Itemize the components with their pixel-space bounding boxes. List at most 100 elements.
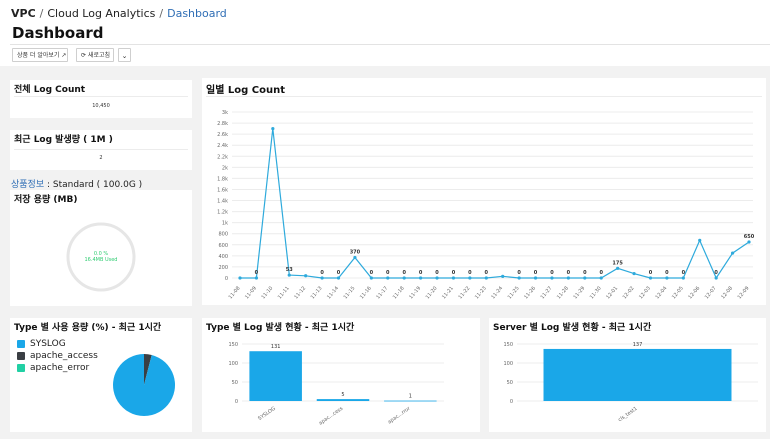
y-tick-label: 50	[507, 380, 513, 386]
y-tick-label: 2k	[222, 165, 228, 171]
data-point	[698, 238, 702, 242]
data-label: 0	[485, 270, 489, 276]
y-tick-label: 50	[232, 380, 238, 386]
divider	[10, 44, 770, 45]
x-tick-label: 12-07	[704, 285, 718, 300]
data-label: 0	[665, 270, 669, 276]
bar	[543, 348, 732, 401]
type-count-panel: Type 별 Log 발생 현황 - 최근 1시간 0 50 100 150 131 SY…	[202, 318, 480, 432]
data-label: 5	[341, 392, 344, 398]
external-link-icon: ↗	[61, 52, 67, 59]
total-log-title: 전체 Log Count	[14, 85, 86, 95]
breadcrumb-separator: /	[39, 7, 44, 20]
data-point	[616, 266, 620, 270]
data-point	[648, 276, 653, 280]
bar	[316, 399, 370, 401]
x-tick-label: 12-04	[654, 285, 668, 300]
daily-log-panel: 일별 Log Count 0 200 400 600 800 1k 1.2k 1.4k 1.6k…	[202, 78, 766, 305]
data-label: 0	[583, 270, 587, 276]
breadcrumb-section[interactable]: Cloud Log Analytics	[47, 7, 155, 20]
data-label: 0	[370, 270, 374, 276]
y-tick-label: 0	[225, 276, 228, 282]
x-tick-label: cls_test1	[617, 406, 638, 424]
x-tick-label: 11-12	[293, 285, 307, 300]
type-usage-pie-chart	[113, 354, 176, 416]
x-tick-label: apac...cess	[318, 405, 345, 426]
data-label: 0	[534, 270, 538, 276]
data-label: 0	[517, 270, 521, 276]
data-label: 0	[435, 270, 439, 276]
x-tick-label: 11-08	[228, 285, 242, 300]
y-tick-label: 200	[218, 265, 228, 271]
refresh-button[interactable]: ⟳ 새로고침	[76, 48, 114, 62]
y-tick-label: 2.2k	[217, 154, 228, 160]
y-tick-label: 0	[510, 399, 513, 405]
product-info-link[interactable]: 상품정보	[11, 180, 44, 190]
x-tick-label: 12-08	[720, 285, 734, 300]
data-label: 1	[409, 394, 412, 400]
y-tick-label: 2.6k	[217, 132, 228, 138]
y-tick-label: 1.6k	[217, 187, 228, 193]
data-point	[386, 276, 390, 280]
x-tick-label: 11-18	[392, 285, 406, 300]
breadcrumb-separator: /	[159, 7, 164, 20]
data-point	[353, 255, 357, 260]
data-label: 0	[550, 270, 554, 276]
x-tick-label: 12-02	[622, 285, 636, 300]
breadcrumb-current[interactable]: Dashboard	[167, 7, 227, 20]
type-count-bar-chart: 0 50 100 150 131 SYSLOG 5 apac...cess 1 apac...rr…	[228, 342, 444, 427]
x-tick-label: 12-06	[687, 285, 701, 300]
product-more-button[interactable]: 상품 더 알아보기 ↗	[12, 48, 68, 62]
y-tick-label: 3k	[222, 110, 228, 116]
x-tick-label: 11-25	[507, 285, 521, 300]
product-info: 상품정보 : Standard ( 100.0G )	[11, 177, 142, 190]
refresh-label: 새로고침	[87, 52, 111, 59]
data-point	[336, 276, 341, 280]
data-label: 0	[402, 270, 406, 276]
chevron-down-icon: ⌄	[121, 52, 128, 60]
data-point	[747, 240, 751, 244]
data-label: 0	[320, 270, 324, 276]
y-tick-label: 2.4k	[217, 143, 228, 149]
y-tick-label: 800	[218, 232, 228, 238]
x-tick-label: 11-16	[359, 285, 373, 300]
y-tick-label: 1.4k	[217, 199, 228, 205]
data-point	[632, 271, 636, 276]
breadcrumb: VPC / Cloud Log Analytics / Dashboard	[11, 7, 227, 20]
options-dropdown-button[interactable]: ⌄	[118, 48, 131, 62]
data-point	[402, 276, 406, 280]
data-point	[419, 276, 423, 280]
data-point	[730, 251, 735, 255]
data-point	[254, 276, 259, 280]
server-count-bar-chart: 0 50 100 150 137 cls_test1	[503, 342, 758, 424]
x-tick-label: 11-15	[343, 285, 357, 300]
storage-gauge: 0.0 % 16.4MB Used	[66, 222, 136, 292]
y-tick-label: 1k	[222, 221, 228, 227]
x-tick-label: 12-05	[671, 285, 685, 300]
x-tick-label: 11-20	[425, 285, 439, 300]
data-point	[665, 276, 669, 280]
x-tick-label: apac...rror	[387, 405, 412, 425]
data-point	[287, 273, 291, 277]
data-point	[320, 276, 324, 280]
data-label: 0	[599, 270, 603, 276]
breadcrumb-root[interactable]: VPC	[11, 7, 36, 20]
data-point	[468, 276, 472, 280]
divider	[14, 96, 188, 97]
data-label: 131	[271, 344, 281, 350]
data-point	[533, 276, 538, 280]
data-point	[435, 276, 439, 280]
data-point	[271, 127, 275, 131]
x-tick-label: SYSLOG	[257, 406, 277, 422]
data-label: 137	[633, 342, 643, 348]
daily-line-chart: 0 200 400 600 800 1k 1.2k 1.4k 1.6k 1.8k 2k 2.2k 2.4…	[217, 110, 755, 300]
data-point	[550, 276, 554, 280]
x-tick-label: 11-28	[556, 285, 570, 300]
data-label: 175	[612, 260, 623, 266]
y-tick-label: 1.8k	[217, 176, 228, 182]
x-tick-label: 11-30	[589, 285, 603, 300]
data-label: 0	[452, 270, 456, 276]
product-more-label: 상품 더 알아보기	[17, 52, 60, 59]
x-tick-label: 12-03	[638, 285, 652, 300]
data-label: 0	[682, 270, 686, 276]
